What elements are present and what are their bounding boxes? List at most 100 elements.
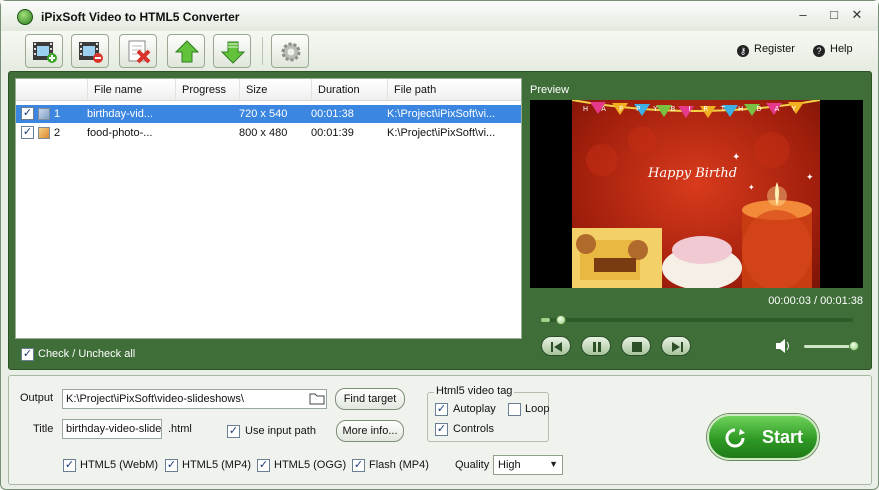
file-list-header: File name Progress Size Duration File pa… xyxy=(16,79,521,101)
check-all-label: Check / Uncheck all xyxy=(38,348,136,360)
output-path-field[interactable]: K:\Project\iPixSoft\video-slideshows\ xyxy=(62,389,327,409)
row-index: 1 xyxy=(54,108,61,120)
svg-text:HAPPYBIRTHDAY: HAPPYBIRTHDAY xyxy=(583,105,809,113)
skip-forward-icon xyxy=(672,342,683,352)
check-all-checkbox[interactable]: ✓ xyxy=(21,348,34,361)
arrow-up-icon xyxy=(174,40,200,63)
loop-checkbox[interactable]: ✓ xyxy=(508,403,521,416)
seek-handle[interactable] xyxy=(556,315,567,325)
start-label: Start xyxy=(761,427,803,447)
video-frame: HAPPYBIRTHDAY Happy Birthd ✦ ✦ ✦ xyxy=(571,99,821,290)
row-file-name: birthday-vid... xyxy=(87,108,154,120)
clear-list-icon xyxy=(128,40,151,64)
format-mp4-checkbox[interactable]: ✓ xyxy=(165,459,178,472)
preview-viewport: HAPPYBIRTHDAY Happy Birthd ✦ ✦ ✦ xyxy=(530,99,863,290)
move-down-button[interactable] xyxy=(213,34,251,68)
close-button[interactable]: ✕ xyxy=(847,7,867,23)
quality-select[interactable]: High ▼ xyxy=(493,455,563,475)
use-input-path-checkbox[interactable]: ✓ xyxy=(227,425,240,438)
app-logo-icon xyxy=(17,9,33,25)
help-label: Help xyxy=(830,43,853,55)
stop-icon xyxy=(632,342,642,352)
column-header-duration[interactable]: Duration xyxy=(311,79,387,101)
title-bar: iPixSoft Video to HTML5 Converter – □ ✕ xyxy=(1,1,878,31)
controls-checkbox[interactable]: ✓ xyxy=(435,423,448,436)
pause-button[interactable] xyxy=(581,336,611,356)
row-checkbox[interactable]: ✓ xyxy=(21,107,34,120)
main-panel: File name Progress Size Duration File pa… xyxy=(8,71,872,370)
column-header-name[interactable]: File name xyxy=(87,79,175,101)
previous-button[interactable] xyxy=(541,336,571,356)
quality-value: High xyxy=(498,459,521,471)
format-mp4-label: HTML5 (MP4) xyxy=(182,459,252,471)
add-video-button[interactable] xyxy=(25,34,63,68)
column-header-size[interactable]: Size xyxy=(239,79,311,101)
html5-video-tag-group: Html5 video tag ✓ Autoplay ✓ Loop ✓ Cont… xyxy=(427,385,550,442)
html5-video-tag-label: Html5 video tag xyxy=(434,385,515,397)
row-size: 800 x 480 xyxy=(239,127,288,139)
output-label: Output xyxy=(20,392,54,404)
more-info-button[interactable]: More info... xyxy=(336,420,404,442)
chevron-down-icon: ▼ xyxy=(549,459,558,469)
row-size: 720 x 540 xyxy=(239,108,288,120)
seek-bar-progress xyxy=(541,318,551,322)
svg-text:✦: ✦ xyxy=(732,152,740,163)
table-row[interactable]: ✓ 2 food-photo-... 800 x 480 00:01:39 K:… xyxy=(16,124,521,142)
svg-text:✦: ✦ xyxy=(748,183,755,192)
preview-label: Preview xyxy=(530,84,570,96)
file-list[interactable]: File name Progress Size Duration File pa… xyxy=(15,78,522,339)
row-duration: 00:01:38 xyxy=(311,108,354,120)
video-file-icon xyxy=(38,127,50,139)
start-button[interactable]: Start xyxy=(707,414,819,460)
format-flash-checkbox[interactable]: ✓ xyxy=(352,459,365,472)
row-checkbox[interactable]: ✓ xyxy=(21,126,34,139)
maximize-button[interactable]: □ xyxy=(824,7,844,23)
window-title: iPixSoft Video to HTML5 Converter xyxy=(41,10,240,24)
register-label: Register xyxy=(754,43,795,55)
output-panel: Output K:\Project\iPixSoft\video-slidesh… xyxy=(8,375,872,485)
format-webm-label: HTML5 (WebM) xyxy=(80,459,159,471)
app-window: iPixSoft Video to HTML5 Converter – □ ✕ … xyxy=(0,0,879,490)
minimize-button[interactable]: – xyxy=(793,7,813,23)
stop-button[interactable] xyxy=(621,336,651,356)
arrow-down-icon xyxy=(220,41,246,64)
loop-label: Loop xyxy=(525,403,550,415)
toolbar: ⚷ Register ? Help xyxy=(1,31,878,71)
quality-label: Quality xyxy=(455,459,490,471)
find-target-button[interactable]: Find target xyxy=(335,388,405,410)
row-file-path: K:\Project\iPixSoft\vi... xyxy=(387,108,496,120)
format-ogg-checkbox[interactable]: ✓ xyxy=(257,459,270,472)
autoplay-checkbox[interactable]: ✓ xyxy=(435,403,448,416)
volume-icon[interactable] xyxy=(775,338,793,354)
next-button[interactable] xyxy=(661,336,691,356)
row-file-path: K:\Project\iPixSoft\vi... xyxy=(387,127,496,139)
volume-slider[interactable] xyxy=(804,341,859,351)
svg-text:Happy Birthd: Happy Birthd xyxy=(647,166,737,181)
row-progress xyxy=(175,105,235,123)
toolbar-separator xyxy=(262,37,263,65)
seek-bar[interactable] xyxy=(541,315,853,325)
table-row[interactable]: ✓ 1 birthday-vid... 720 x 540 00:01:38 K… xyxy=(16,105,521,123)
format-webm-checkbox[interactable]: ✓ xyxy=(63,459,76,472)
column-header-progress[interactable]: Progress xyxy=(175,79,239,101)
birthday-video-image: HAPPYBIRTHDAY Happy Birthd ✦ ✦ ✦ xyxy=(571,99,821,290)
move-up-button[interactable] xyxy=(167,34,205,68)
register-link[interactable]: ⚷ Register xyxy=(737,43,795,57)
title-field[interactable]: birthday-video-slide xyxy=(62,419,162,439)
convert-arrow-icon xyxy=(725,428,745,448)
clear-list-button[interactable] xyxy=(119,34,157,68)
controls-label: Controls xyxy=(453,423,494,435)
row-duration: 00:01:39 xyxy=(311,127,354,139)
use-input-path-label: Use input path xyxy=(245,425,316,437)
settings-button[interactable] xyxy=(271,34,309,68)
column-header-path[interactable]: File path xyxy=(387,79,521,101)
title-label: Title xyxy=(33,423,54,435)
help-icon: ? xyxy=(813,45,825,57)
video-file-icon xyxy=(38,108,50,120)
remove-video-button[interactable] xyxy=(71,34,109,68)
volume-handle[interactable] xyxy=(849,341,859,351)
remove-video-icon xyxy=(79,42,103,63)
skip-back-icon xyxy=(551,342,562,352)
folder-browse-icon[interactable] xyxy=(309,391,325,406)
help-link[interactable]: ? Help xyxy=(813,43,853,57)
